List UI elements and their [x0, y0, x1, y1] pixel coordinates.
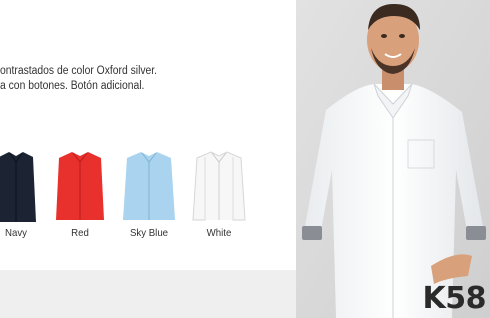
swatch-red[interactable]: Red: [45, 150, 115, 239]
model-illustration: [296, 0, 490, 318]
product-reference-code: K58: [422, 281, 487, 316]
swatch-label: Sky Blue: [129, 227, 169, 239]
shirt-sky-blue-icon: [123, 152, 175, 220]
swatch-sky-blue[interactable]: Sky Blue: [114, 150, 184, 239]
color-swatches: Navy Red Sky Blue White: [0, 150, 286, 250]
swatch-label: Red: [71, 227, 89, 239]
shirt-navy-icon: [0, 152, 36, 222]
shirt-red-icon: [56, 152, 104, 220]
footer-band: [0, 270, 296, 318]
swatch-white[interactable]: White: [184, 150, 254, 239]
description-line: ontrastados de color Oxford silver.: [0, 65, 158, 77]
swatch-navy[interactable]: Navy: [0, 150, 51, 239]
description-line: a con botones. Botón adicional.: [0, 80, 145, 92]
swatch-label: White: [206, 227, 232, 239]
shirt-white-icon: [192, 151, 246, 221]
swatch-label: Navy: [4, 227, 28, 239]
model-photo: K58: [296, 0, 490, 318]
catalog-page: ontrastados de color Oxford silver. a co…: [0, 0, 490, 318]
product-description: ontrastados de color Oxford silver. a co…: [0, 64, 286, 94]
